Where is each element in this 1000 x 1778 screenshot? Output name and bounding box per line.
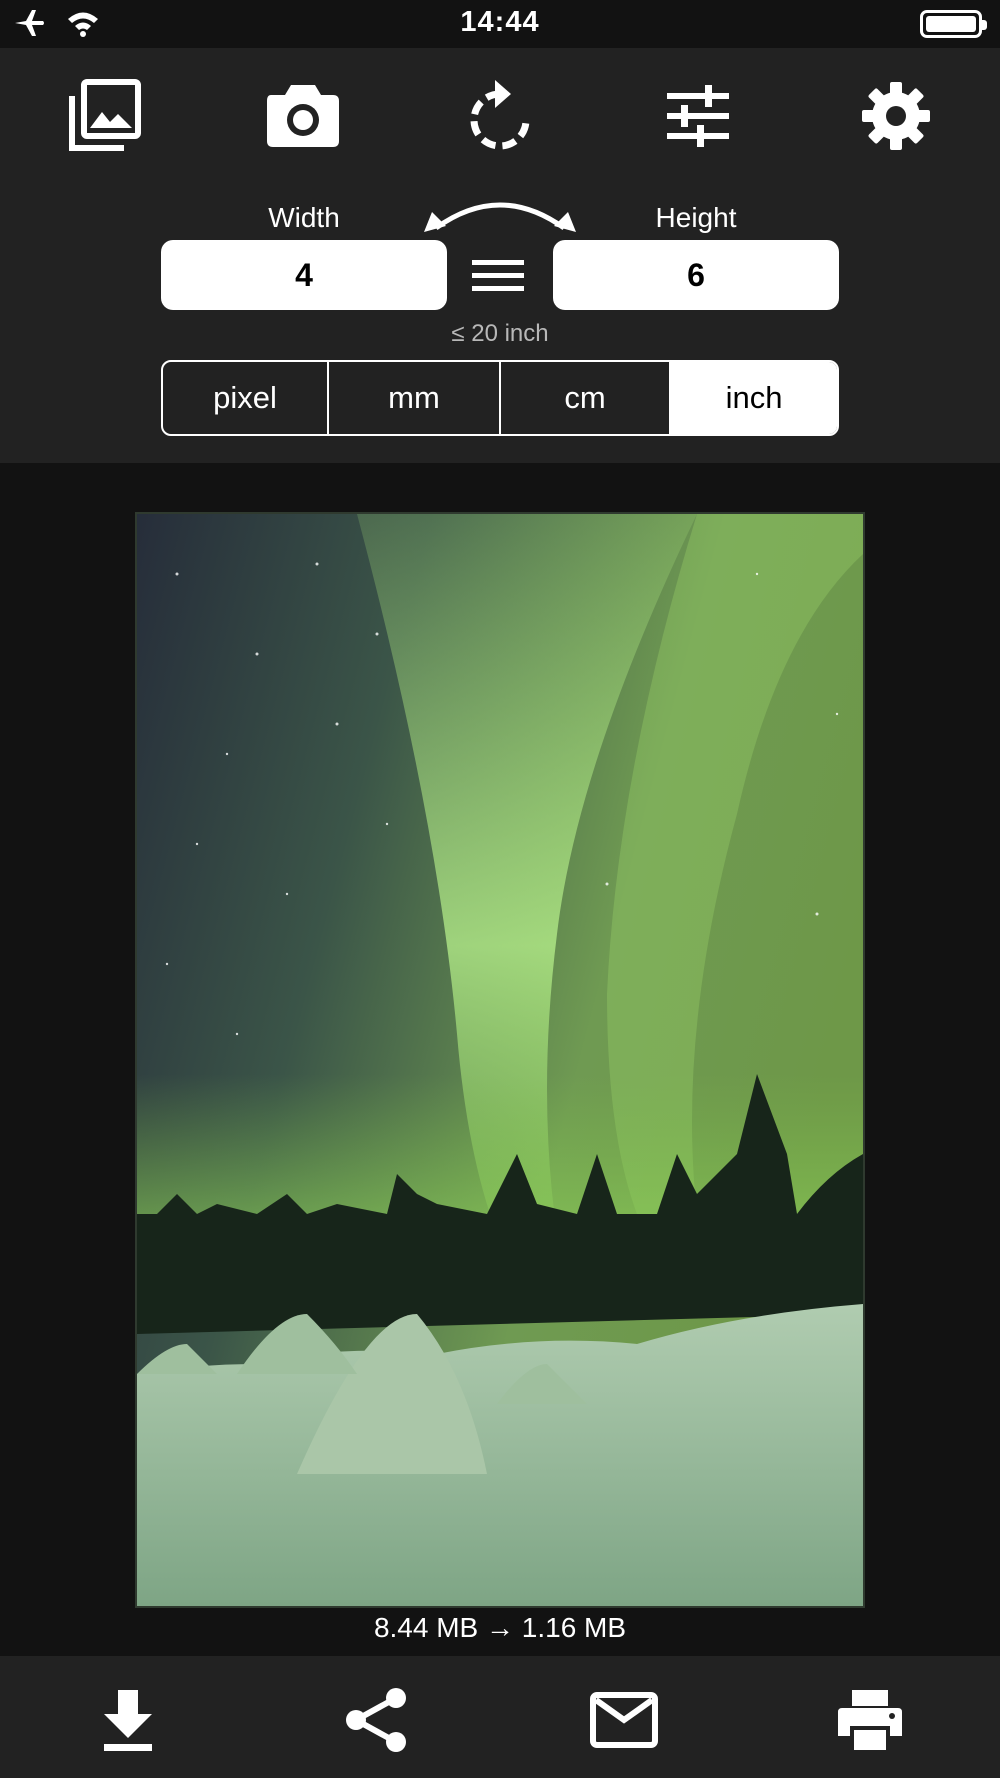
sliders-icon bbox=[667, 85, 729, 147]
aspect-lock-icon[interactable] bbox=[470, 256, 526, 296]
swap-dimensions-icon[interactable] bbox=[420, 188, 580, 238]
status-bar: 14:44 bbox=[0, 0, 1000, 48]
print-button[interactable] bbox=[830, 1680, 910, 1760]
mail-button[interactable] bbox=[584, 1680, 664, 1760]
aurora-photo bbox=[137, 514, 863, 1606]
battery-icon bbox=[920, 10, 987, 38]
unit-inch-button[interactable]: inch bbox=[671, 362, 837, 434]
height-label: Height bbox=[655, 202, 737, 233]
adjust-button[interactable] bbox=[658, 76, 738, 156]
bottom-toolbar bbox=[0, 1656, 1000, 1778]
status-time: 14:44 bbox=[460, 6, 540, 38]
print-icon bbox=[838, 1690, 902, 1750]
unit-selector: pixel mm cm inch bbox=[161, 360, 839, 436]
width-field[interactable]: 4 bbox=[161, 240, 447, 310]
save-button[interactable] bbox=[88, 1680, 168, 1760]
share-icon bbox=[346, 1688, 406, 1752]
unit-pixel-button[interactable]: pixel bbox=[163, 362, 329, 434]
settings-button[interactable] bbox=[856, 76, 936, 156]
gear-icon bbox=[862, 82, 930, 150]
photo-library-icon bbox=[69, 79, 141, 151]
unit-cm-button[interactable]: cm bbox=[501, 362, 671, 434]
width-label: Width bbox=[268, 202, 340, 233]
rotate-icon bbox=[470, 80, 530, 150]
camera-button[interactable] bbox=[263, 76, 343, 156]
share-button[interactable] bbox=[336, 1680, 416, 1760]
image-preview[interactable] bbox=[135, 512, 865, 1608]
photo-library-button[interactable] bbox=[64, 76, 144, 156]
camera-icon bbox=[267, 85, 339, 147]
height-field[interactable]: 6 bbox=[553, 240, 839, 310]
rotate-button[interactable] bbox=[460, 76, 540, 156]
mail-icon bbox=[590, 1692, 658, 1748]
download-icon bbox=[104, 1690, 152, 1751]
top-panel: Width Height 4 6 ≤ 20 inch pixel mm cm i… bbox=[0, 48, 1000, 463]
size-limit-text: ≤ 20 inch bbox=[451, 320, 549, 347]
unit-mm-button[interactable]: mm bbox=[329, 362, 501, 434]
file-size-info: 8.44 MB → 1.16 MB bbox=[373, 1612, 627, 1643]
